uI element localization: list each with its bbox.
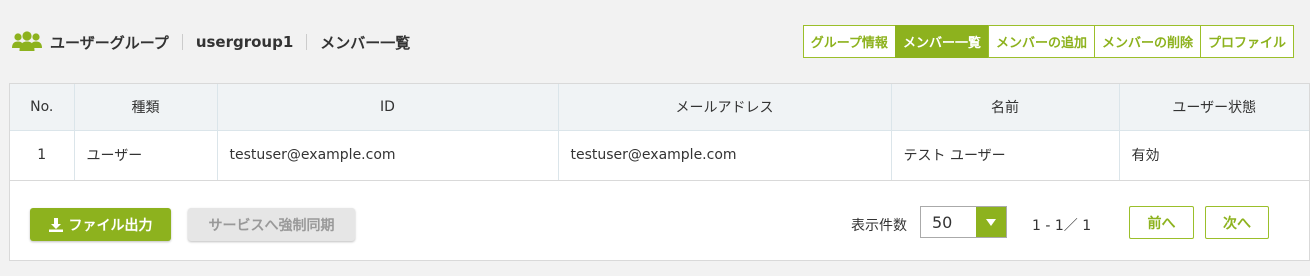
cell-id: testuser@example.com (217, 130, 559, 181)
per-page-label: 表示件数 (851, 218, 907, 234)
per-page-select[interactable]: 50 (920, 206, 1007, 238)
export-file-label: ファイル出力 (68, 217, 153, 234)
column-header-no[interactable]: No. (10, 84, 75, 131)
column-header-type[interactable]: 種類 (74, 84, 218, 131)
column-header-status[interactable]: ユーザー状態 (1119, 84, 1309, 131)
table-footer: ファイル出力 サービスへ強制同期 表示件数 50 1 - 1／ 1 前へ 次へ (10, 206, 1309, 260)
cell-email: testuser@example.com (558, 130, 892, 181)
page-range: 1 - 1／ 1 (1032, 218, 1092, 234)
export-file-button[interactable]: ファイル出力 (30, 208, 171, 241)
per-page-value: 50 (932, 212, 953, 232)
breadcrumb-separator (181, 34, 183, 50)
force-sync-button[interactable]: サービスへ強制同期 (188, 208, 355, 241)
next-page-button[interactable]: 次へ (1205, 206, 1269, 239)
cell-status: 有効 (1119, 130, 1309, 181)
cell-type: ユーザー (74, 130, 218, 181)
breadcrumb-page: メンバー一覧 (320, 33, 411, 52)
member-table: No. 種類 ID メールアドレス 名前 ユーザー状態 1 ユーザー testu… (10, 84, 1309, 181)
tab-member-list[interactable]: メンバー一覧 (894, 25, 989, 58)
tab-add-member[interactable]: メンバーの追加 (987, 25, 1095, 58)
column-header-id[interactable]: ID (217, 84, 559, 131)
member-list-panel: No. 種類 ID メールアドレス 名前 ユーザー状態 1 ユーザー testu… (9, 83, 1310, 261)
page-header: ユーザーグループ usergroup1 メンバー一覧 (12, 28, 410, 56)
users-icon (12, 31, 42, 53)
column-header-name[interactable]: 名前 (891, 84, 1120, 131)
download-icon (48, 217, 63, 232)
column-header-email[interactable]: メールアドレス (558, 84, 892, 131)
tab-profile[interactable]: プロファイル (1199, 25, 1294, 58)
breadcrumb-separator (306, 34, 308, 50)
prev-page-button[interactable]: 前へ (1129, 206, 1194, 239)
caret-down-icon[interactable] (976, 207, 1006, 237)
table-header-row: No. 種類 ID メールアドレス 名前 ユーザー状態 (10, 84, 1309, 131)
cell-name: テスト ユーザー (891, 130, 1120, 181)
cell-no: 1 (10, 130, 75, 181)
breadcrumb-group: usergroup1 (195, 33, 294, 51)
page-title: ユーザーグループ (50, 33, 169, 52)
tab-group-info[interactable]: グループ情報 (802, 25, 896, 58)
table-row: 1 ユーザー testuser@example.com testuser@exa… (10, 130, 1309, 181)
tab-remove-member[interactable]: メンバーの削除 (1093, 25, 1201, 58)
tab-bar: グループ情報 メンバー一覧 メンバーの追加 メンバーの削除 プロファイル (802, 25, 1294, 58)
